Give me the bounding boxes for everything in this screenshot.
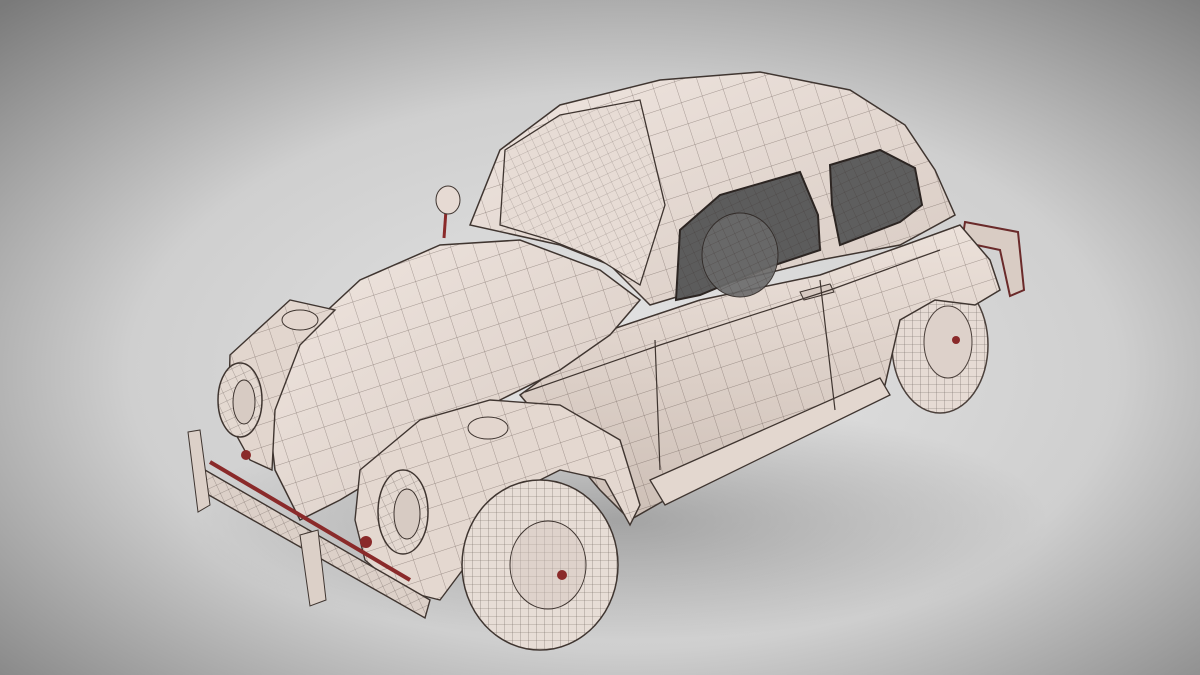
left-turn-signal	[281, 309, 319, 331]
right-turn-signal	[467, 416, 509, 440]
left-headlight	[217, 362, 263, 438]
right-fog-light	[360, 536, 372, 548]
car-render-image	[0, 0, 1200, 675]
render-viewport	[0, 0, 1200, 675]
left-fog-light	[241, 450, 251, 460]
right-headlight	[377, 469, 429, 555]
front-right-wheel	[461, 479, 619, 651]
